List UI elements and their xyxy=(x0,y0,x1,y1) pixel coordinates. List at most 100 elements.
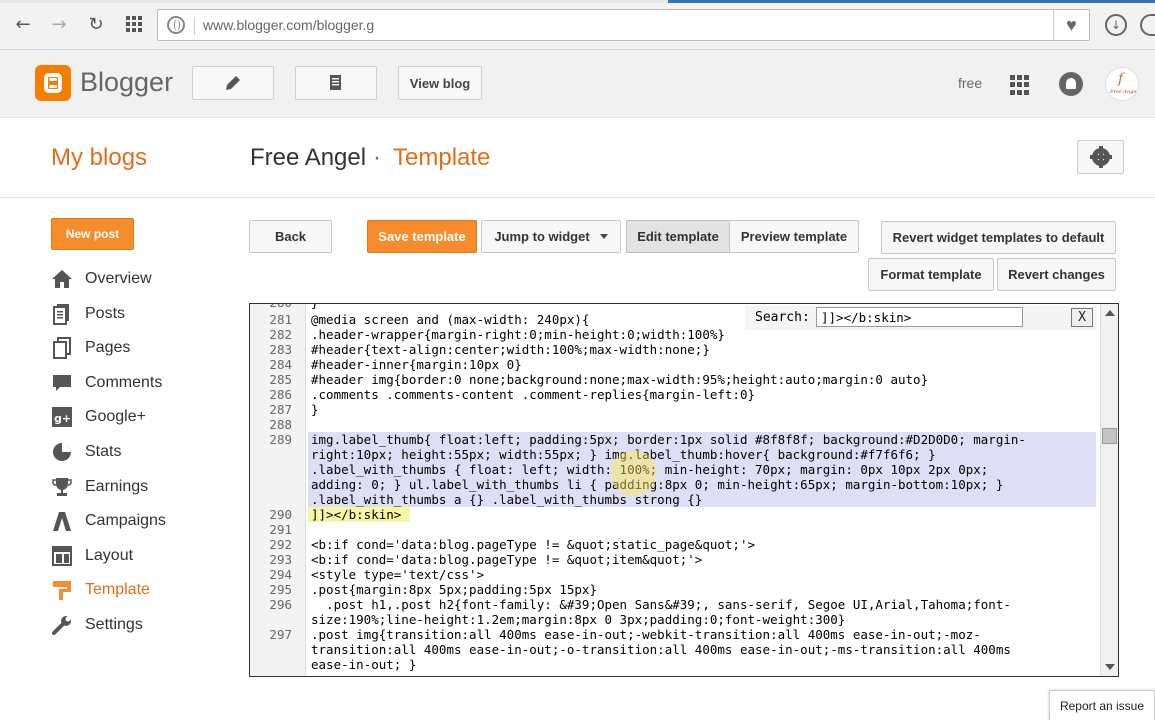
template-code-editor[interactable]: 280} 281@media screen and (max-width: 24… xyxy=(249,303,1119,677)
sidebar-item-pages[interactable]: Pages xyxy=(51,335,130,361)
code-line[interactable]: 285 #header img{border:0 none;background:… xyxy=(250,372,1098,387)
code-line[interactable]: ease-in-out; } xyxy=(250,657,1098,672)
sidebar-item-label: Settings xyxy=(85,616,143,633)
extension-icon[interactable] xyxy=(1140,14,1155,36)
code-line[interactable]: 296 .post h1,.post h2{font-family: &#39;… xyxy=(250,597,1098,612)
home-icon xyxy=(51,268,73,290)
reload-icon[interactable]: ↻ xyxy=(84,12,108,36)
code-line[interactable]: right:10px; height:55px; width:55px; } i… xyxy=(250,447,1098,462)
view-blog-button[interactable]: View blog xyxy=(398,66,482,100)
avatar-caption: Free Angel xyxy=(1110,89,1138,95)
jump-to-widget-label: Jump to widget xyxy=(494,229,590,244)
sidebar-item-label: Stats xyxy=(85,443,122,460)
back-button[interactable]: Back xyxy=(249,220,332,253)
code-line[interactable]: 286 .comments .comments-content .comment-… xyxy=(250,387,1098,402)
report-issue-button[interactable]: Report an issue xyxy=(1049,690,1155,720)
code-line[interactable]: size:190%;line-height:1.2em;margin:8px 0… xyxy=(250,612,1098,627)
code-line[interactable]: 289 img.label_thumb{ float:left; padding:… xyxy=(250,432,1098,447)
code-line[interactable]: .label_with_thumbs a {} .label_with_thum… xyxy=(250,492,1098,507)
code-line[interactable]: transition:all 400ms ease-in-out;-o-tran… xyxy=(250,642,1098,657)
sidebar-item-label: Earnings xyxy=(85,478,149,495)
code-line[interactable]: adding: 0; } ul.label_with_thumbs li { p… xyxy=(250,477,1098,492)
title-row: My blogs Free Angel · Template xyxy=(0,118,1155,198)
google-plus-icon: g+ xyxy=(51,406,73,428)
code-line[interactable]: 290]]></b:skin> xyxy=(250,507,1098,522)
code-line[interactable]: 288 xyxy=(250,417,1098,432)
search-label: Search: xyxy=(755,310,810,325)
editor-scrollbar[interactable] xyxy=(1100,304,1118,676)
sidebar-item-overview[interactable]: Overview xyxy=(51,266,152,292)
revert-widget-templates-button[interactable]: Revert widget templates to default xyxy=(881,221,1116,254)
browser-toolbar: ← → ↻ www.blogger.com/blogger.g ♥ ↓ xyxy=(0,0,1155,50)
title-separator: · xyxy=(373,144,381,171)
code-line[interactable]: 287} xyxy=(250,402,1098,417)
format-template-button[interactable]: Format template xyxy=(868,258,994,291)
blogger-logo-icon[interactable] xyxy=(35,65,71,101)
scroll-down-icon[interactable] xyxy=(1105,664,1115,670)
code-line[interactable]: .label_with_thumbs { float: left; width:… xyxy=(250,462,1098,477)
code-line[interactable]: 291 xyxy=(250,522,1098,537)
preview-template-button[interactable]: Preview template xyxy=(729,220,859,253)
sidebar-item-layout[interactable]: Layout xyxy=(51,543,133,569)
sidebar-item-earnings[interactable]: Earnings xyxy=(51,474,148,500)
close-search-button[interactable]: X xyxy=(1071,308,1093,327)
edit-template-button[interactable]: Edit template xyxy=(626,220,730,253)
save-template-button[interactable]: Save template xyxy=(367,220,477,253)
chevron-down-icon xyxy=(599,234,608,239)
jump-to-widget-dropdown[interactable]: Jump to widget xyxy=(481,220,621,253)
my-blogs-link[interactable]: My blogs xyxy=(51,144,147,172)
layout-icon xyxy=(51,545,73,567)
google-apps-icon[interactable] xyxy=(1010,75,1030,95)
trophy-icon xyxy=(51,476,73,498)
sidebar-item-label: Google+ xyxy=(85,408,146,425)
address-bar[interactable]: www.blogger.com/blogger.g ♥ xyxy=(157,9,1090,41)
url-text[interactable]: www.blogger.com/blogger.g xyxy=(203,17,374,33)
settings-gear-button[interactable] xyxy=(1077,140,1124,174)
search-input[interactable] xyxy=(816,307,1023,327)
code-line[interactable]: 292 <b:if cond='data:blog.pageType != &qu… xyxy=(250,537,1098,552)
code-line[interactable]: 295 .post{margin:8px 5px;padding:5px 15px… xyxy=(250,582,1098,597)
code-line[interactable]: 284 #header-inner{margin:10px 0} xyxy=(250,357,1098,372)
browser-tab-strip xyxy=(0,0,1155,3)
sidebar-item-comments[interactable]: Comments xyxy=(51,370,162,396)
download-icon[interactable]: ↓ xyxy=(1105,14,1127,36)
revert-changes-button[interactable]: Revert changes xyxy=(997,258,1116,291)
scrollbar-thumb[interactable] xyxy=(1102,428,1117,444)
sidebar-item-label: Campaigns xyxy=(85,512,166,529)
avatar[interactable]: f Free Angel xyxy=(1105,67,1139,101)
sidebar-item-stats[interactable]: Stats xyxy=(51,439,121,465)
globe-icon xyxy=(167,16,185,34)
mouse-cursor-highlight xyxy=(611,450,657,496)
sidebar-item-google-plus[interactable]: g+ Google+ xyxy=(51,404,146,430)
forward-arrow-icon[interactable]: → xyxy=(47,12,71,36)
blogger-header: Blogger View blog free f Free Angel xyxy=(0,50,1155,118)
scroll-up-icon[interactable] xyxy=(1105,310,1115,316)
user-name: free xyxy=(958,75,983,91)
brand-name[interactable]: Blogger xyxy=(80,67,173,98)
active-tab-indicator xyxy=(668,0,1155,3)
pages-icon xyxy=(51,337,73,359)
posts-list-button[interactable] xyxy=(295,66,377,100)
sidebar-item-label: Pages xyxy=(85,339,131,356)
sidebar-item-posts[interactable]: Posts xyxy=(51,301,125,327)
sidebar-item-label: Comments xyxy=(85,374,163,391)
posts-icon xyxy=(51,303,73,325)
heart-icon[interactable]: ♥ xyxy=(1053,10,1089,40)
notifications-icon[interactable] xyxy=(1059,72,1083,96)
apps-icon[interactable] xyxy=(122,12,146,36)
sidebar-item-label: Layout xyxy=(85,547,134,564)
sidebar-item-template[interactable]: Template xyxy=(51,577,150,603)
comments-icon xyxy=(51,372,73,394)
code-line[interactable]: 294 <style type='text/css'> xyxy=(250,567,1098,582)
new-post-pencil-button[interactable] xyxy=(192,66,274,100)
pencil-icon xyxy=(226,76,240,90)
new-post-button[interactable]: New post xyxy=(51,218,134,250)
sidebar-item-campaigns[interactable]: Campaigns xyxy=(51,508,166,534)
code-line[interactable]: 283 #header{text-align:center;width:100%;… xyxy=(250,342,1098,357)
sidebar-item-settings[interactable]: Settings xyxy=(51,612,143,638)
code-line[interactable]: 297 .post img{transition:all 400ms ease-i… xyxy=(250,627,1098,642)
blog-name[interactable]: Free Angel xyxy=(250,144,366,172)
code-line[interactable]: 293 <b:if cond='data:blog.pageType != &qu… xyxy=(250,552,1098,567)
back-arrow-icon[interactable]: ← xyxy=(11,12,35,36)
campaigns-icon xyxy=(51,510,73,532)
